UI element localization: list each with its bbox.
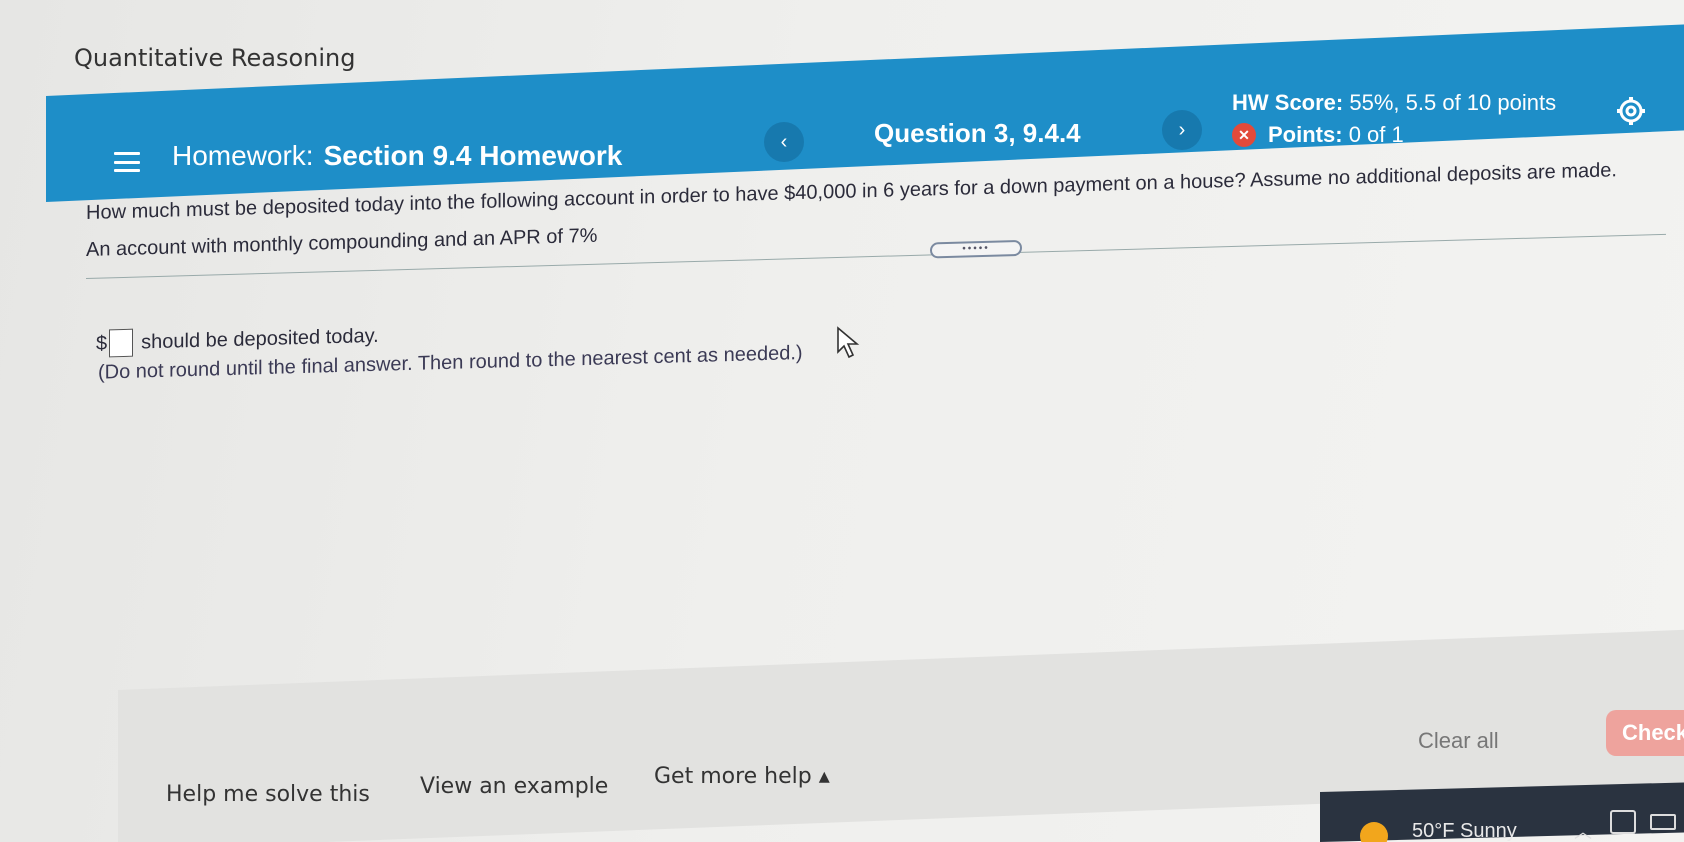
hw-score-value: 55%, 5.5 of 10 points [1349, 90, 1557, 115]
tray-app-icon[interactable] [1610, 810, 1636, 834]
check-answer-button[interactable]: Check [1606, 710, 1684, 756]
hw-score-label: HW Score: [1232, 90, 1344, 115]
currency-symbol: $ [96, 331, 108, 355]
weather-text[interactable]: 50°F Sunny [1412, 820, 1517, 842]
homework-title: Homework: Section 9.4 Homework [172, 140, 622, 172]
question-label: Question 3, 9.4.4 [874, 118, 1081, 148]
gear-icon[interactable] [1614, 94, 1648, 128]
incorrect-icon: ✕ [1232, 123, 1256, 147]
chevron-right-icon: › [1178, 118, 1186, 141]
homework-prefix: Homework: [172, 140, 314, 171]
expand-button[interactable]: ••••• [930, 239, 1022, 259]
help-me-solve-button[interactable]: Help me solve this [166, 782, 370, 807]
view-example-button[interactable]: View an example [420, 774, 608, 799]
answer-input[interactable] [109, 328, 134, 358]
score-block: HW Score: 55%, 5.5 of 10 points ✕ Points… [1232, 90, 1556, 148]
clear-all-button[interactable]: Clear all [1418, 728, 1499, 754]
sun-icon[interactable] [1360, 822, 1388, 842]
battery-icon[interactable] [1650, 814, 1676, 830]
get-more-help-button[interactable]: Get more help ▴ [654, 764, 830, 789]
page: Quantitative Reasoning Homework: Section … [0, 0, 1684, 842]
answer-line: $ should be deposited today. [96, 322, 379, 358]
hw-score: HW Score: 55%, 5.5 of 10 points [1232, 90, 1556, 116]
homework-section[interactable]: Section 9.4 Homework [324, 140, 623, 171]
points: ✕ Points: 0 of 1 [1232, 122, 1556, 148]
answer-suffix: should be deposited today. [141, 324, 379, 353]
previous-question-button[interactable]: ‹ [764, 122, 804, 162]
chevron-left-icon: ‹ [780, 130, 788, 153]
points-label: Points: [1268, 122, 1343, 147]
points-value: 0 of 1 [1348, 122, 1404, 147]
menu-icon[interactable] [114, 152, 140, 172]
tray-chevron-up-icon[interactable]: ︿ [1574, 818, 1592, 842]
mouse-cursor-icon [836, 326, 862, 365]
course-title: Quantitative Reasoning [74, 44, 356, 72]
next-question-button[interactable]: › [1162, 110, 1202, 150]
